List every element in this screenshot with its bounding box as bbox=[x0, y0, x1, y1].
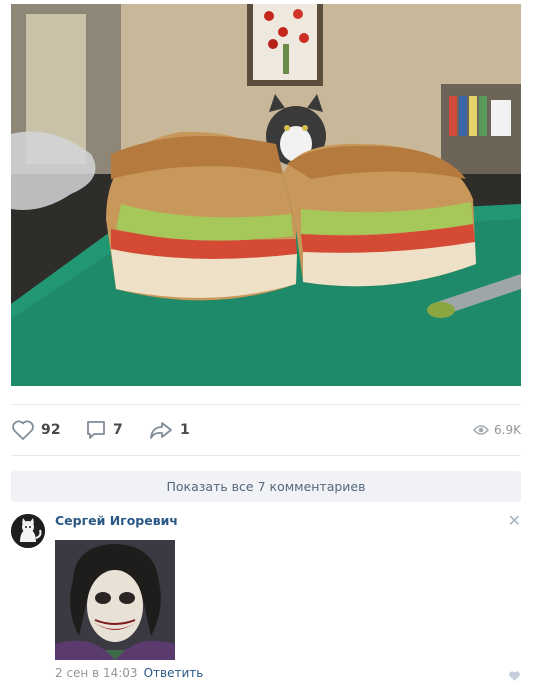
heart-icon bbox=[12, 420, 34, 440]
cat-avatar-icon bbox=[11, 514, 45, 548]
comment-icon bbox=[87, 421, 105, 439]
share-arrow-icon bbox=[150, 422, 172, 439]
post-photo-illustration bbox=[11, 4, 521, 386]
comment-button[interactable]: 7 bbox=[85, 416, 123, 444]
reply-button[interactable]: Ответить bbox=[144, 666, 204, 680]
comment-like-button[interactable] bbox=[508, 667, 521, 686]
like-button[interactable]: 92 bbox=[11, 416, 61, 444]
attachment-illustration bbox=[55, 540, 175, 660]
like-count: 92 bbox=[41, 422, 61, 438]
comment-attachment-photo[interactable] bbox=[55, 540, 175, 660]
close-icon[interactable]: ✕ bbox=[508, 511, 521, 530]
actions-divider bbox=[11, 455, 521, 456]
post-photo[interactable] bbox=[11, 4, 521, 386]
comment-count: 7 bbox=[113, 422, 123, 438]
post-actions-bar: 92 7 1 6.9K bbox=[11, 416, 521, 444]
eye-icon bbox=[473, 425, 490, 435]
photo-divider bbox=[11, 404, 521, 405]
comment-date[interactable]: 2 сен в 14:03 bbox=[55, 666, 138, 680]
heart-icon bbox=[509, 671, 520, 681]
share-count: 1 bbox=[180, 422, 190, 438]
views-count: 6.9K bbox=[494, 423, 521, 437]
views-counter: 6.9K bbox=[473, 416, 521, 444]
comment-meta: 2 сен в 14:03 Ответить bbox=[55, 666, 203, 680]
comment-author[interactable]: Сергей Игоревич bbox=[55, 513, 178, 528]
share-button[interactable]: 1 bbox=[148, 416, 190, 444]
avatar[interactable] bbox=[11, 514, 45, 548]
show-all-comments-button[interactable]: Показать все 7 комментариев bbox=[11, 471, 521, 502]
